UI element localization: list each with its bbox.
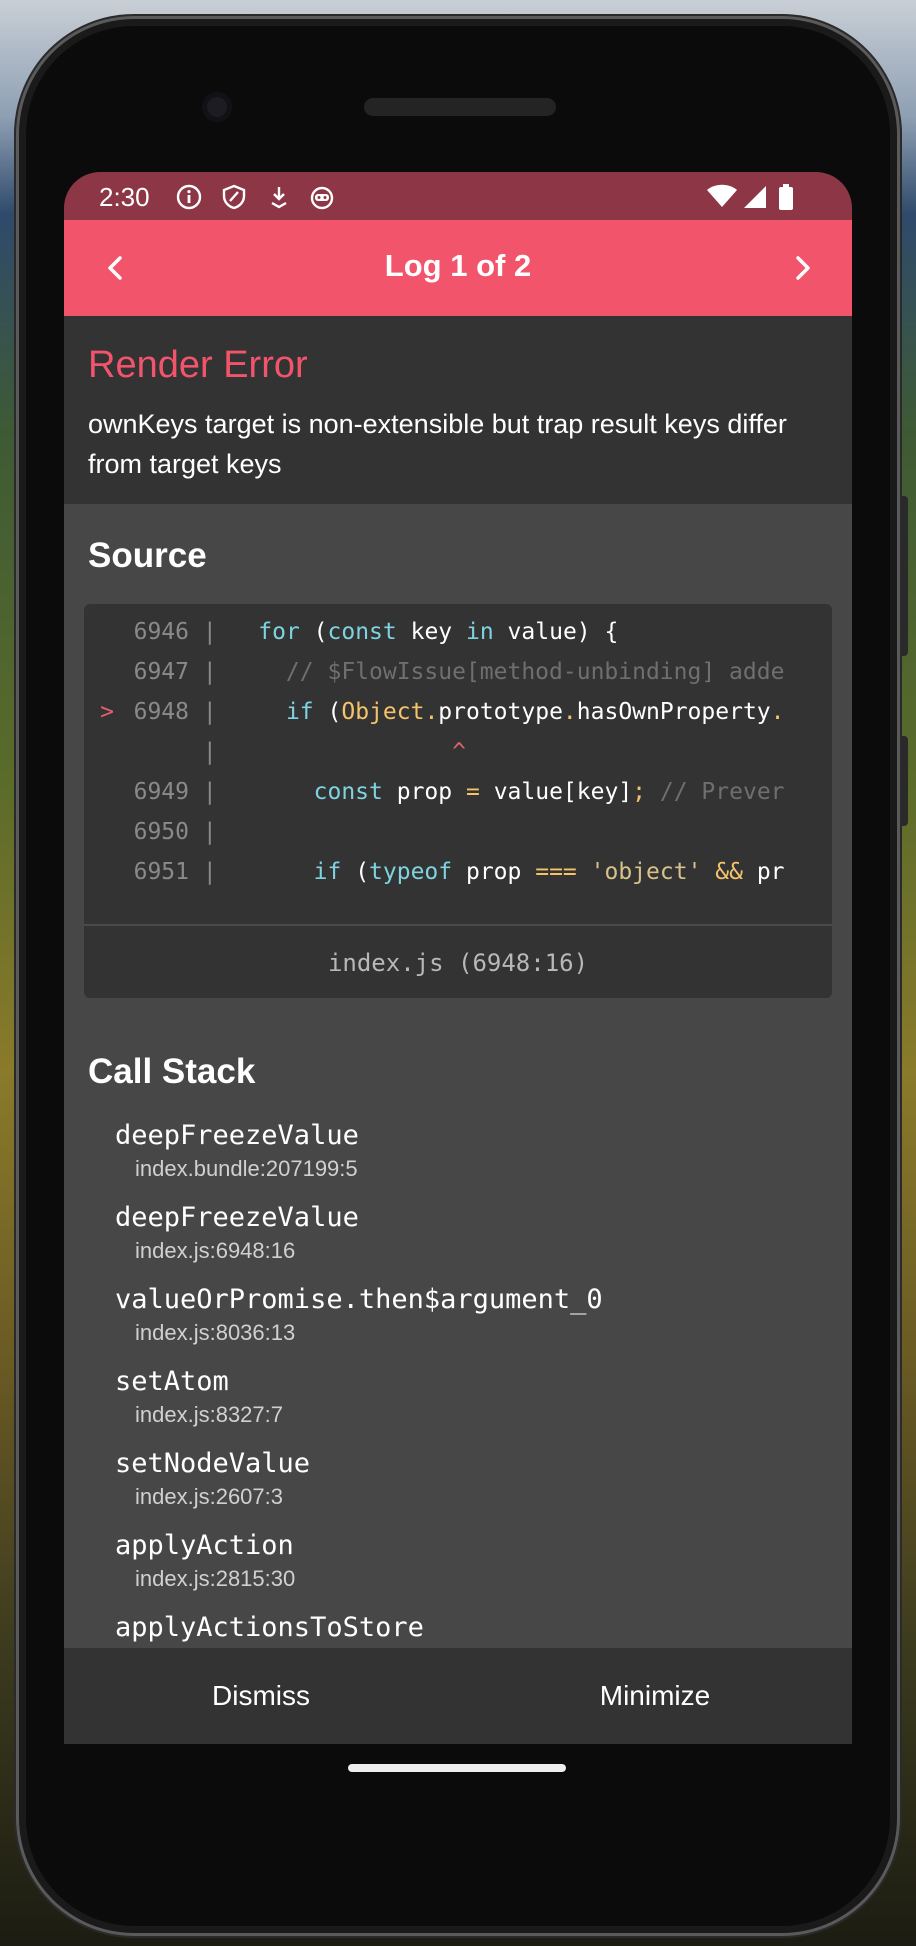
volume-button [900, 496, 908, 656]
log-body[interactable]: Source 6946 | for (const key in value) {… [64, 504, 852, 1648]
code-line: 6946 | for (const key in value) { [133, 619, 619, 645]
battery-icon [779, 184, 793, 210]
error-panel: Render Error ownKeys target is non-exten… [64, 316, 852, 504]
cellular-signal-icon [744, 186, 766, 208]
download-arrow-icon [271, 187, 287, 209]
stack-frame-function: valueOrPromise.then$argument_0 [115, 1284, 603, 1315]
power-button [900, 736, 908, 826]
stack-frame-function: setNodeValue [115, 1448, 311, 1479]
status-time: 2:30 [99, 182, 150, 212]
earpiece-speaker [364, 98, 556, 116]
shield-icon [222, 184, 246, 210]
code-line-caret: | ^ [189, 739, 466, 765]
robot-icon [310, 186, 334, 210]
source-heading: Source [88, 536, 207, 575]
stack-frame-file: index.js:2815:30 [135, 1566, 296, 1591]
next-log-button[interactable] [774, 240, 830, 296]
minimize-button[interactable]: Minimize [458, 1648, 852, 1744]
code-line: 6949 | const prop = value[key]; // Preve… [133, 779, 785, 805]
call-stack-heading: Call Stack [88, 1052, 256, 1091]
status-bar: 2:30 [64, 172, 852, 220]
code-frame[interactable]: 6946 | for (const key in value) { 6947 |… [84, 604, 814, 924]
stack-frame[interactable]: applyActionsToStore [115, 1610, 424, 1646]
source-code-box: 6946 | for (const key in value) { 6947 |… [84, 604, 832, 998]
phone-screen: 2:30 Log 1 of 2 Render Error ownKeys tar… [64, 172, 852, 1744]
code-line: 6951 | if (typeof prop === 'object' && p… [133, 859, 785, 885]
code-line: 6950 | [133, 819, 231, 845]
log-title: Log 1 of 2 [384, 248, 532, 283]
source-location[interactable]: index.js (6948:16) [84, 924, 832, 998]
stack-frame-function: applyAction [115, 1530, 294, 1561]
error-message: ownKeys target is non-extensible but tra… [88, 409, 787, 479]
stack-frame-file: index.js:6948:16 [135, 1238, 296, 1263]
stack-frame[interactable]: setAtom index.js:8327:7 [115, 1364, 283, 1430]
stack-frame[interactable]: setNodeValue index.js:2607:3 [115, 1446, 310, 1512]
log-footer: Dismiss Minimize [64, 1648, 852, 1744]
code-line: 6947 | // $FlowIssue[method-unbinding] a… [133, 659, 785, 685]
stack-frame-function: setAtom [115, 1366, 229, 1397]
code-line-error: >6948 | if (Object.prototype.hasOwnPrope… [100, 699, 785, 725]
stack-frame[interactable]: deepFreezeValue index.js:6948:16 [115, 1200, 359, 1266]
wifi-icon [707, 184, 737, 207]
stack-frame-function: deepFreezeValue [115, 1202, 359, 1233]
stack-frame[interactable]: valueOrPromise.then$argument_0 index.js:… [115, 1282, 603, 1348]
stack-frame-file: index.js:8327:7 [135, 1402, 283, 1427]
stack-frame-function: deepFreezeValue [115, 1120, 359, 1151]
log-header: Log 1 of 2 [64, 220, 852, 316]
stack-frame[interactable]: deepFreezeValue index.bundle:207199:5 [115, 1118, 359, 1184]
stack-frame-file: index.js:2607:3 [135, 1484, 283, 1509]
info-icon [176, 184, 202, 210]
stack-frame[interactable]: applyAction index.js:2815:30 [115, 1528, 295, 1594]
front-camera [202, 92, 232, 122]
error-title: Render Error [88, 344, 308, 386]
dismiss-button[interactable]: Dismiss [64, 1648, 458, 1744]
stack-frame-file: index.bundle:207199:5 [135, 1156, 358, 1181]
stack-frame-file: index.js:8036:13 [135, 1320, 296, 1345]
stack-frame-function: applyActionsToStore [115, 1612, 424, 1643]
home-indicator[interactable] [348, 1764, 566, 1772]
chevron-right-icon [796, 256, 810, 280]
